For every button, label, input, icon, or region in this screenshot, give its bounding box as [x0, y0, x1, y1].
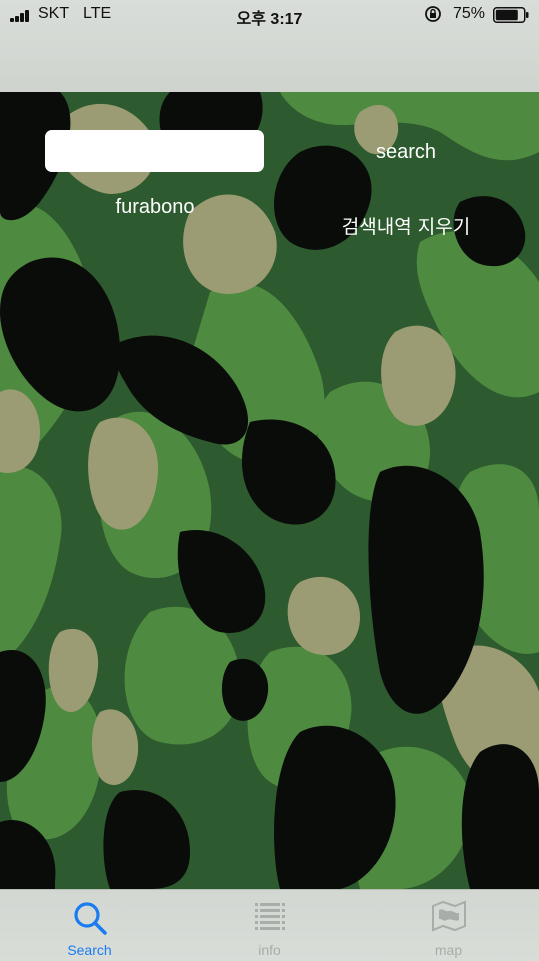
tab-info-label: info: [258, 942, 281, 958]
list-icon: [254, 903, 285, 930]
search-button[interactable]: search: [350, 137, 462, 167]
clear-history-button[interactable]: 검색내역 지우기: [326, 210, 486, 240]
rotation-lock-icon: [425, 6, 441, 22]
tab-search-label: Search: [67, 942, 112, 958]
tab-map-label: map: [434, 942, 463, 958]
camo-background-panel: search furabono 검색내역 지우기: [0, 92, 539, 889]
search-input[interactable]: [45, 130, 264, 172]
status-bar: SKT LTE 오후 3:17 75%: [0, 0, 539, 92]
search-icon: [73, 902, 107, 935]
tab-bar: Search info map: [0, 889, 539, 961]
tab-info[interactable]: info: [180, 890, 359, 961]
battery-icon: [493, 7, 529, 23]
search-history-item[interactable]: furabono: [95, 193, 215, 221]
battery-percent: 75%: [453, 5, 486, 22]
tab-search[interactable]: Search: [0, 890, 179, 961]
status-row: SKT LTE 오후 3:17 75%: [0, 0, 539, 32]
map-icon: [431, 900, 466, 932]
tab-map[interactable]: map: [359, 890, 538, 961]
